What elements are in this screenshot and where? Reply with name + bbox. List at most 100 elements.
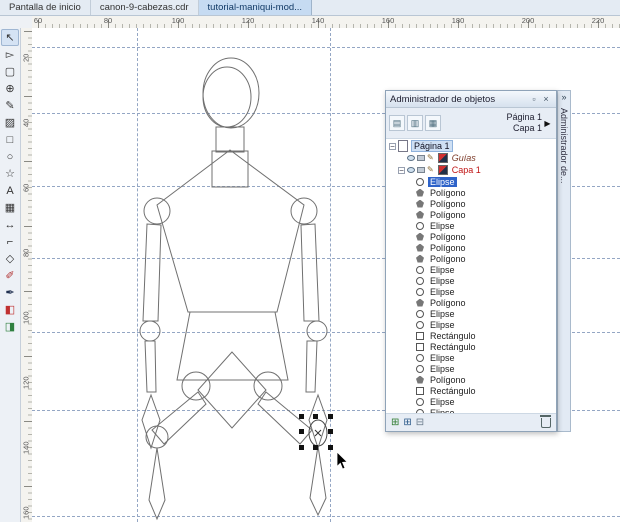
document-tab[interactable]: canon-9-cabezas.cdr — [90, 0, 199, 15]
document-tab[interactable]: Pantalla de inicio — [0, 0, 91, 15]
expander-icon[interactable] — [398, 166, 405, 174]
text-tool-icon[interactable]: A — [1, 182, 19, 199]
layer-edit-icon[interactable]: ✎ — [427, 166, 434, 174]
fill-tool-icon[interactable]: ◧ — [1, 301, 19, 318]
tree-object-row[interactable]: Elipse — [386, 275, 556, 286]
selection-handles[interactable] — [299, 414, 333, 450]
edit-across-layers-icon[interactable]: ▥ — [407, 115, 423, 131]
tree-layer-row[interactable]: ✎ Guías — [386, 152, 556, 164]
tree-object-row[interactable]: Elipse — [386, 176, 556, 187]
basic-shapes-tool-icon[interactable]: ◇ — [1, 250, 19, 267]
tree-layer-row[interactable]: ✎ Capa 1 — [386, 164, 556, 176]
selected-object[interactable] — [308, 419, 328, 447]
object-label[interactable]: Polígono — [428, 232, 468, 242]
layer-visibility-icon[interactable] — [407, 155, 415, 161]
new-layer-icon[interactable]: ⊞ — [391, 417, 399, 428]
tree-object-row[interactable]: Elipse — [386, 264, 556, 275]
connector-tool-icon[interactable]: ⌐ — [1, 233, 19, 250]
layer-print-icon[interactable] — [417, 155, 425, 161]
layer-color-swatch[interactable] — [437, 165, 448, 175]
docker-close-icon[interactable]: × — [540, 93, 552, 105]
ruler-label: 140 — [21, 441, 31, 454]
layer-manager-view-icon[interactable]: ▦ — [425, 115, 441, 131]
layer-print-icon[interactable] — [417, 167, 425, 173]
tree-object-row[interactable]: Polígono — [386, 374, 556, 385]
tree-page-row[interactable]: Página 1 — [386, 140, 556, 152]
tree-object-row[interactable]: Elipse — [386, 220, 556, 231]
object-label[interactable]: Rectángulo — [428, 331, 478, 341]
toolbox: ↖ ▻ ▢ ⊕ ✎ ▨ □ ○ ☆ A ▦ ↔ ⌐ ◇ ✐ ✒ ◧ ◨ — [0, 28, 21, 522]
object-label[interactable]: Elipse — [428, 353, 457, 363]
tree-object-row[interactable]: Rectángulo — [386, 330, 556, 341]
docker-flyout-icon[interactable]: ▶ — [542, 119, 553, 128]
tree-object-row[interactable]: Polígono — [386, 209, 556, 220]
layer-label[interactable]: Capa 1 — [452, 165, 481, 175]
show-object-properties-icon[interactable]: ▤ — [389, 115, 405, 131]
outline-pen-tool-icon[interactable]: ✒ — [1, 284, 19, 301]
tree-object-row[interactable]: Elipse — [386, 363, 556, 374]
rectangle-tool-icon[interactable]: □ — [1, 131, 19, 148]
layer-visibility-icon[interactable] — [407, 167, 415, 173]
page-label[interactable]: Página 1 — [411, 140, 453, 152]
polygon-tool-icon[interactable]: ☆ — [1, 165, 19, 182]
zoom-tool-icon[interactable]: ⊕ — [1, 80, 19, 97]
interactive-fill-tool-icon[interactable]: ◨ — [1, 318, 19, 335]
docker-pin-icon[interactable]: ▫ — [528, 93, 540, 105]
expander-icon[interactable] — [389, 142, 396, 150]
object-label[interactable]: Elipse — [428, 309, 457, 319]
tree-object-row[interactable]: Polígono — [386, 231, 556, 242]
tree-object-row[interactable]: Polígono — [386, 198, 556, 209]
object-label[interactable]: Rectángulo — [428, 386, 478, 396]
object-shape-icon — [416, 386, 424, 395]
delete-icon[interactable] — [540, 414, 551, 428]
docker-collapse-icon[interactable]: » — [561, 91, 566, 104]
table-tool-icon[interactable]: ▦ — [1, 199, 19, 216]
tree-object-row[interactable]: Rectángulo — [386, 385, 556, 396]
docker-title-bar[interactable]: Administrador de objetos ▫ × — [386, 91, 556, 108]
ellipse-tool-icon[interactable]: ○ — [1, 148, 19, 165]
eyedropper-tool-icon[interactable]: ✐ — [1, 267, 19, 284]
object-label[interactable]: Polígono — [428, 298, 468, 308]
layer-color-swatch[interactable] — [437, 153, 448, 163]
object-label[interactable]: Polígono — [428, 375, 468, 385]
object-label[interactable]: Polígono — [428, 210, 468, 220]
object-label[interactable]: Polígono — [428, 188, 468, 198]
tree-object-row[interactable]: Polígono — [386, 253, 556, 264]
object-label[interactable]: Polígono — [428, 199, 468, 209]
document-tab[interactable]: tutorial-maniqui-mod... — [198, 0, 313, 15]
freehand-tool-icon[interactable]: ✎ — [1, 97, 19, 114]
tree-object-row[interactable]: Elipse — [386, 352, 556, 363]
layer-edit-icon[interactable]: ✎ — [427, 154, 434, 162]
object-label[interactable]: Elipse — [428, 276, 457, 286]
object-label[interactable]: Elipse — [428, 397, 457, 407]
smart-fill-tool-icon[interactable]: ▨ — [1, 114, 19, 131]
pick-tool-icon[interactable]: ↖ — [1, 29, 19, 46]
tree-object-row[interactable]: Elipse — [386, 396, 556, 407]
object-label[interactable]: Polígono — [428, 243, 468, 253]
layer-label[interactable]: Guías — [452, 153, 476, 163]
duplicate-layer-icon[interactable]: ⊟ — [416, 417, 424, 428]
docker-vertical-tab[interactable]: Administrador de... — [559, 108, 569, 184]
tree-object-row[interactable]: Polígono — [386, 242, 556, 253]
ruler-label: 120 — [21, 376, 31, 389]
object-label[interactable]: Elipse — [428, 364, 457, 374]
object-label[interactable]: Elipse — [428, 265, 457, 275]
object-label[interactable]: Polígono — [428, 254, 468, 264]
tree-object-row[interactable]: Elipse — [386, 286, 556, 297]
object-label[interactable]: Elipse — [428, 221, 457, 231]
new-master-layer-icon[interactable]: ⊞ — [403, 417, 411, 428]
tree-object-row[interactable]: Polígono — [386, 187, 556, 198]
object-label[interactable]: Elipse — [428, 176, 457, 187]
crop-tool-icon[interactable]: ▢ — [1, 63, 19, 80]
object-label[interactable]: Rectángulo — [428, 342, 478, 352]
ruler-label: 20 — [21, 53, 31, 62]
shape-tool-icon[interactable]: ▻ — [1, 46, 19, 63]
object-label[interactable]: Elipse — [428, 320, 457, 330]
tree-object-row[interactable]: Polígono — [386, 297, 556, 308]
object-label[interactable]: Elipse — [428, 287, 457, 297]
tree-object-row[interactable]: Elipse — [386, 308, 556, 319]
tree-object-row[interactable]: Elipse — [386, 319, 556, 330]
ruler-label: 60 — [33, 16, 43, 25]
tree-object-row[interactable]: Rectángulo — [386, 341, 556, 352]
dimension-tool-icon[interactable]: ↔ — [1, 216, 19, 233]
